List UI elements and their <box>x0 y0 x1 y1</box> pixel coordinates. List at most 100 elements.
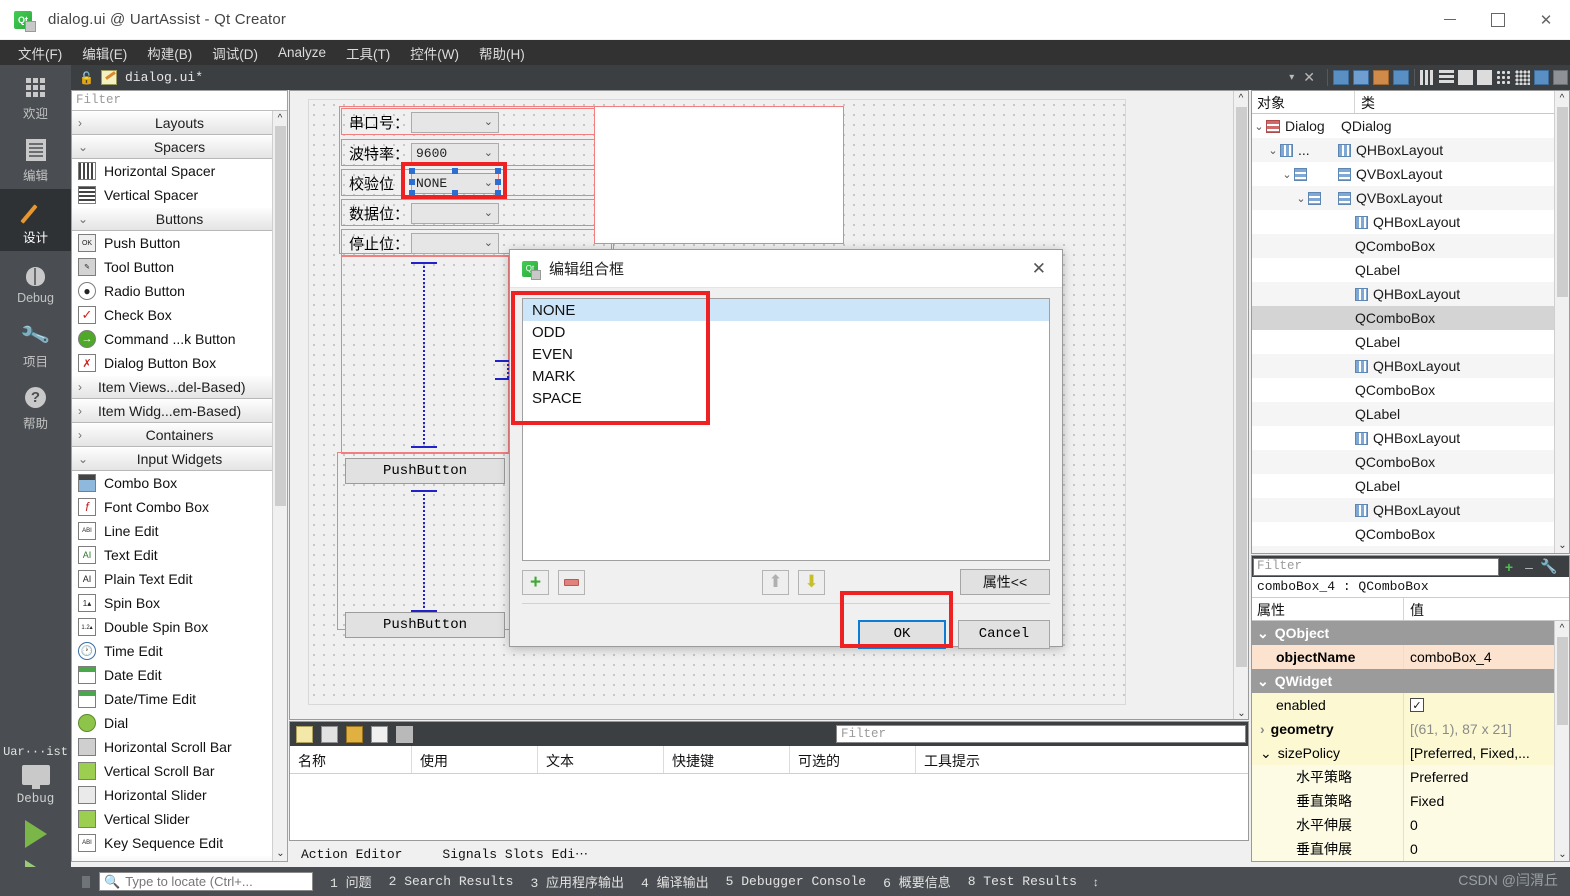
canvas-vertical-scrollbar[interactable]: ^ ⌄ <box>1233 91 1248 719</box>
break-layout-icon[interactable] <box>1534 70 1549 85</box>
mode-edit[interactable]: 编辑 <box>0 127 71 189</box>
column-tooltip[interactable]: 工具提示 <box>916 746 1116 773</box>
property-value[interactable]: ✓ <box>1404 693 1569 717</box>
widget-item-tool-button[interactable]: ✎ Tool Button <box>72 255 287 279</box>
widget-item-push-button[interactable]: OK Push Button <box>72 231 287 255</box>
widget-category-item-widgets[interactable]: › Item Widg...em-Based) <box>72 399 287 423</box>
widget-item-text-edit[interactable]: AI Text Edit <box>72 543 287 567</box>
scrollbar-thumb[interactable] <box>1236 107 1247 667</box>
selection-handle[interactable] <box>495 179 501 185</box>
dialog-close-icon[interactable]: ✕ <box>1032 259 1046 279</box>
scroll-down-icon[interactable]: ⌄ <box>1555 847 1569 861</box>
move-up-button[interactable]: ⬆ <box>762 569 789 595</box>
scroll-up-icon[interactable]: ^ <box>273 111 287 126</box>
property-row-sizepolicy[interactable]: ⌄ sizePolicy [Preferred, Fixed,... <box>1252 741 1569 765</box>
scroll-down-icon[interactable]: ⌄ <box>273 846 288 861</box>
paste-icon[interactable] <box>346 725 363 743</box>
output-pane-app-output[interactable]: 3 应用程序输出 <box>530 872 624 891</box>
layout-horizontal-icon[interactable] <box>1420 70 1435 85</box>
run-play-icon[interactable] <box>24 820 47 848</box>
widget-item-check-box[interactable]: ✓ Check Box <box>72 303 287 327</box>
object-tree-row[interactable]: QHBoxLayout <box>1252 210 1569 234</box>
tab-action-editor[interactable]: Action Editor <box>289 841 414 867</box>
combobox-stop-bits[interactable]: ⌄ <box>411 232 499 254</box>
scrollbar-thumb[interactable] <box>1557 637 1568 725</box>
close-button[interactable]: ✕ <box>1522 0 1570 40</box>
widget-category-display-widgets[interactable]: ⌄ Display Widgets <box>72 855 287 861</box>
maximize-button[interactable] <box>1474 0 1522 40</box>
form-row-serial-port[interactable]: 串口号： ⌄ <box>349 109 499 135</box>
layout-form-icon[interactable] <box>1496 70 1511 85</box>
output-pane-toggle-icon[interactable]: ↕ <box>1093 875 1099 889</box>
chevron-down-icon[interactable]: ▾ <box>1289 72 1294 83</box>
layout-splitter-v-icon[interactable] <box>1477 70 1492 85</box>
widget-item-date-edit[interactable]: Date Edit <box>72 663 287 687</box>
menu-edit[interactable]: 编辑(E) <box>72 40 137 66</box>
column-checkable[interactable]: 可选的 <box>790 746 916 773</box>
object-tree-row[interactable]: ⌄ QVBoxLayout <box>1252 162 1569 186</box>
column-property[interactable]: 属性 <box>1252 598 1404 620</box>
layout-splitter-h-icon[interactable] <box>1458 70 1473 85</box>
property-row-objectname[interactable]: objectName comboBox_4 <box>1252 645 1569 669</box>
tab-signals-slots-editor[interactable]: Signals Slots Edi⋯ <box>430 841 600 867</box>
widget-item-plain-text-edit[interactable]: AI Plain Text Edit <box>72 567 287 591</box>
menu-file[interactable]: 文件(F) <box>8 40 72 66</box>
list-item[interactable]: ODD <box>523 321 1049 343</box>
column-class[interactable]: 类 <box>1355 91 1375 113</box>
edit-buddies-icon[interactable] <box>1373 70 1389 85</box>
copy-icon[interactable] <box>321 725 338 743</box>
output-pane-test-results[interactable]: 8 Test Results <box>968 874 1077 889</box>
ok-button[interactable]: OK <box>858 619 946 649</box>
property-editor-scrollbar[interactable]: ^ ⌄ <box>1554 621 1569 861</box>
menu-debug[interactable]: 调试(D) <box>202 40 268 66</box>
column-object[interactable]: 对象 <box>1252 91 1355 113</box>
edit-combobox-dialog[interactable]: Qt 编辑组合框 ✕ NONE ODD EVEN MARK SPACE + ⬆ … <box>509 249 1063 649</box>
object-tree-row-selected[interactable]: QComboBox <box>1252 306 1569 330</box>
remove-item-button[interactable] <box>558 569 585 595</box>
property-value[interactable]: [(61, 1), 87 x 21] <box>1404 717 1569 741</box>
widget-category-layouts[interactable]: › Layouts <box>72 111 287 135</box>
widget-item-horizontal-slider[interactable]: Horizontal Slider <box>72 783 287 807</box>
vertical-spacer-1[interactable] <box>411 262 437 448</box>
locator-input[interactable]: 🔍 Type to locate (Ctrl+... <box>99 872 313 891</box>
form-row-parity[interactable]: 校验位 NONE ⌄ <box>349 170 499 196</box>
form-row-baud-rate[interactable]: 波特率： 9600 ⌄ <box>349 140 499 166</box>
action-editor-filter[interactable]: Filter <box>836 725 1246 743</box>
chevron-down-icon[interactable]: ⌄ <box>1252 120 1266 133</box>
vertical-spacer-2[interactable] <box>411 490 437 612</box>
widget-item-dialog-button-box[interactable]: ✗ Dialog Button Box <box>72 351 287 375</box>
chevron-down-icon[interactable]: ⌄ <box>1260 745 1272 762</box>
settings-icon[interactable] <box>396 725 413 743</box>
mode-design[interactable]: 设计 <box>0 189 71 251</box>
push-button-2[interactable]: PushButton <box>345 612 505 638</box>
property-row-v-policy[interactable]: 垂直策略 Fixed <box>1252 789 1569 813</box>
column-text[interactable]: 文本 <box>538 746 664 773</box>
selection-handle[interactable] <box>409 190 415 196</box>
list-item[interactable]: SPACE <box>523 387 1049 409</box>
open-file-name[interactable]: dialog.ui* <box>125 70 203 85</box>
menu-tools[interactable]: 工具(T) <box>336 40 400 66</box>
layout-grid-icon[interactable] <box>1515 70 1530 85</box>
widget-item-vertical-slider[interactable]: Vertical Slider <box>72 807 287 831</box>
scroll-up-icon[interactable]: ^ <box>1234 91 1248 106</box>
combobox-items-list[interactable]: NONE ODD EVEN MARK SPACE <box>522 298 1050 561</box>
property-value[interactable]: Fixed <box>1404 789 1569 813</box>
widget-box-filter[interactable]: Filter <box>72 91 287 111</box>
form-row-stop-bits[interactable]: 停止位： ⌄ <box>349 230 499 256</box>
chevron-down-icon[interactable]: ⌄ <box>1257 625 1269 642</box>
property-group-qobject[interactable]: ⌄ QObject <box>1252 621 1569 645</box>
combobox-data-bits[interactable]: ⌄ <box>411 202 499 224</box>
mode-help[interactable]: ? 帮助 <box>0 375 71 437</box>
object-tree-row[interactable]: ⌄ ... QHBoxLayout <box>1252 138 1569 162</box>
menu-build[interactable]: 构建(B) <box>137 40 202 66</box>
widget-item-command-link-button[interactable]: → Command ...k Button <box>72 327 287 351</box>
menu-help[interactable]: 帮助(H) <box>469 40 535 66</box>
widget-item-combo-box[interactable]: Combo Box <box>72 471 287 495</box>
property-row-h-policy[interactable]: 水平策略 Preferred <box>1252 765 1569 789</box>
selection-handle[interactable] <box>452 190 458 196</box>
widget-item-dial[interactable]: Dial <box>72 711 287 735</box>
remove-property-icon[interactable]: – <box>1519 559 1539 575</box>
object-tree-row[interactable]: ⌄ QVBoxLayout <box>1252 186 1569 210</box>
widget-box-scrollbar[interactable]: ^ ⌄ <box>272 111 287 861</box>
property-value[interactable]: Preferred <box>1404 765 1569 789</box>
